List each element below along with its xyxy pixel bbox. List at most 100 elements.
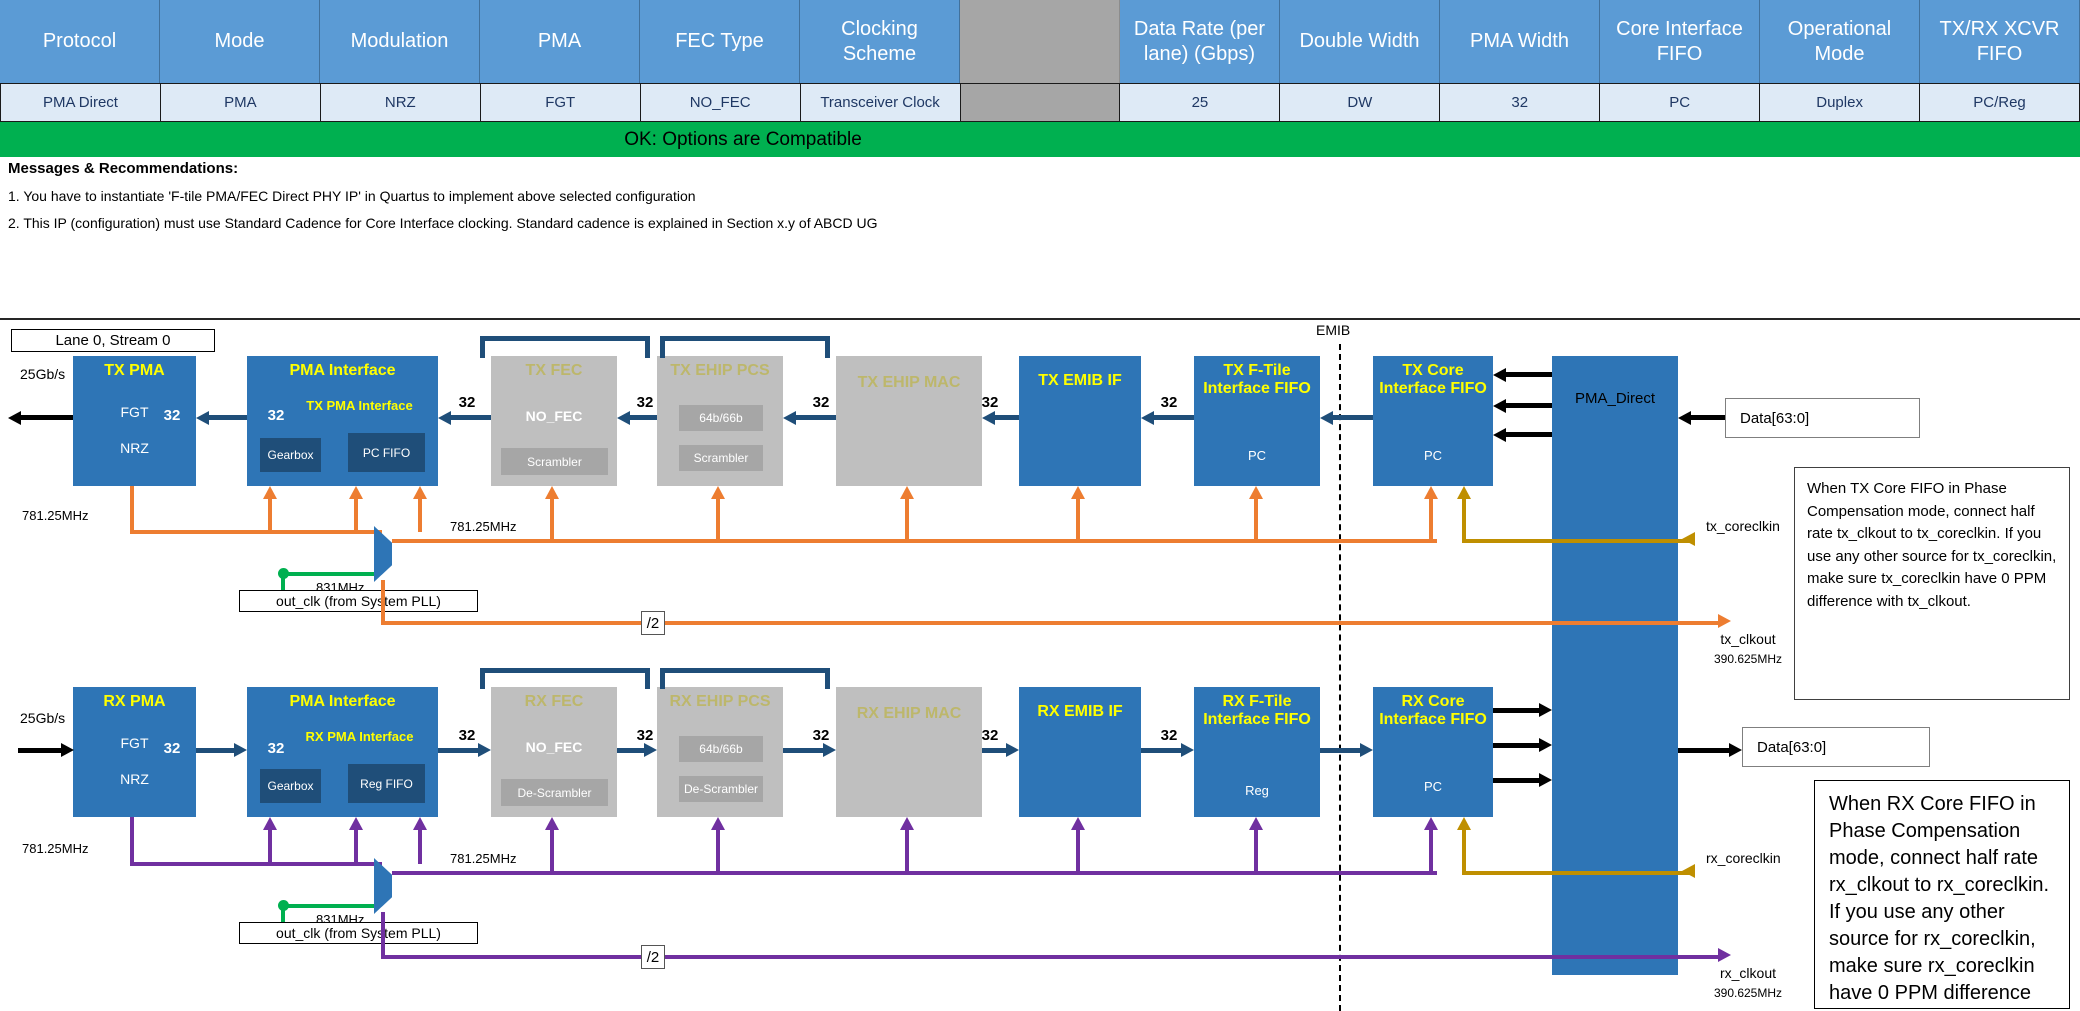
tx-clock-arrow: [349, 486, 363, 499]
rx-bus-arrow: [1006, 743, 1019, 757]
tx-clock-line: [268, 499, 272, 532]
message-item-2: 2. This IP (configuration) must use Stan…: [8, 215, 878, 231]
tx-ehip-pcs-block: TX EHIP PCS 64b/66b Scrambler: [657, 356, 783, 486]
tx-data-in-arrow: [1678, 411, 1691, 425]
rx-core-fifo-block: RX Core Interface FIFO PC: [1373, 687, 1493, 817]
tx-rate-label: 25Gb/s: [20, 366, 65, 382]
value-mode[interactable]: PMA: [161, 83, 321, 122]
rx-emib-if-block: RX EMIB IF: [1019, 687, 1141, 817]
tx-bypass-line: [660, 336, 830, 341]
value-core-interface-fifo[interactable]: PC: [1600, 83, 1760, 122]
rx-bus-line: [783, 748, 823, 753]
tx-emib-if-title: TX EMIB IF: [1019, 356, 1141, 390]
rx-core-fifo-note: When RX Core FIFO in Phase Compensation …: [1814, 780, 2070, 1009]
col-header-pma-width: PMA Width: [1440, 0, 1600, 83]
rx-clkout-arrow: [1718, 948, 1731, 962]
rx-clock-arrow: [711, 817, 725, 830]
value-operational-mode[interactable]: Duplex: [1760, 83, 1920, 122]
value-protocol[interactable]: PMA Direct: [0, 83, 161, 122]
tx-pmad-line: [1506, 403, 1552, 408]
rx-reg-fifo-subblock: Reg FIFO: [348, 764, 425, 803]
bus-width-label: 32: [447, 394, 487, 411]
value-clocking-scheme[interactable]: Transceiver Clock: [801, 83, 961, 122]
tx-pc-fifo-subblock: PC FIFO: [348, 433, 425, 472]
tx-pmad-arrow: [1493, 399, 1506, 413]
rx-clock-line: [354, 830, 358, 864]
bus-width-label: 32: [1149, 394, 1189, 411]
tx-pmad-line: [1506, 432, 1552, 437]
tx-64b66b-subblock: 64b/66b: [679, 405, 763, 431]
col-header-operational-mode: Operational Mode: [1760, 0, 1920, 83]
bus-width-label: 32: [152, 740, 192, 757]
tx-clkout-arrow: [1718, 614, 1731, 628]
rx-bypass-line: [825, 668, 830, 689]
tx-clock-arrow: [263, 486, 277, 499]
rx-pma-nrz: NRZ: [73, 771, 196, 787]
value-double-width[interactable]: DW: [1280, 83, 1440, 122]
tx-coreclkin-line: [1462, 499, 1466, 543]
tx-core-fifo-block: TX Core Interface FIFO PC: [1373, 356, 1493, 486]
rx-emib-if-title: RX EMIB IF: [1019, 687, 1141, 721]
tx-pmad-line: [1506, 372, 1552, 377]
rx-bus-arrow: [234, 743, 247, 757]
rx-ftile-fifo-title: RX F-Tile Interface FIFO: [1194, 687, 1320, 730]
rx-bus-line: [438, 748, 478, 753]
rx-pmad-line: [1493, 743, 1539, 748]
rx-clock-arrow: [900, 817, 914, 830]
rx-clock-line: [716, 830, 720, 873]
col-header-modulation: Modulation: [320, 0, 480, 83]
value-fec-type[interactable]: NO_FEC: [641, 83, 801, 122]
value-pma[interactable]: FGT: [481, 83, 641, 122]
rx-ehip-mac-title: RX EHIP MAC: [836, 687, 982, 723]
rx-clock-line: [130, 817, 134, 864]
value-modulation[interactable]: NRZ: [321, 83, 481, 122]
page: Protocol Mode Modulation PMA FEC Type Cl…: [0, 0, 2080, 1011]
bus-width-label: 32: [256, 740, 296, 757]
rx-clock-line: [1076, 830, 1080, 873]
rx-data-out-line: [1678, 748, 1729, 753]
tx-clock-line: [1254, 499, 1258, 543]
col-header-mode: Mode: [160, 0, 320, 83]
tx-clock-line: [354, 499, 358, 532]
rx-pma-interface-title: PMA Interface: [247, 687, 438, 711]
tx-bus-line: [630, 415, 657, 420]
compatibility-status-text: OK: Options are Compatible: [0, 122, 1486, 157]
col-header-fec-type: FEC Type: [640, 0, 800, 83]
tx-bus-arrow: [617, 411, 630, 425]
tx-bus-arrow: [196, 411, 209, 425]
tx-bypass-line: [660, 336, 665, 358]
rx-pmad-line: [1493, 778, 1539, 783]
rx-coreclkin-line: [1462, 871, 1694, 875]
tx-bus-arrow: [438, 411, 451, 425]
tx-bypass-line: [645, 336, 650, 358]
rx-ehip-pcs-title: RX EHIP PCS: [657, 687, 783, 711]
rx-pmad-line: [1493, 708, 1539, 713]
tx-clock-line: [550, 499, 554, 543]
tx-ftile-fifo-mode: PC: [1194, 448, 1320, 463]
tx-bus-line: [1154, 415, 1194, 420]
rx-descrambler-subblock: De-Scrambler: [501, 779, 608, 806]
rx-bypass-line: [660, 668, 665, 689]
rx-clkout-line: [381, 955, 1718, 959]
rx-data-bus-box: Data[63:0]: [1742, 727, 1930, 767]
tx-core-fifo-note: When TX Core FIFO in Phase Compensation …: [1794, 467, 2070, 700]
col-header-xcvr-fifo: TX/RX XCVR FIFO: [1920, 0, 2080, 83]
value-xcvr-fifo[interactable]: PC/Reg: [1920, 83, 2080, 122]
col-header-double-width: Double Width: [1280, 0, 1440, 83]
tx-data-bus-box: Data[63:0]: [1725, 398, 1920, 438]
tx-coreclkin-label: tx_coreclkin: [1706, 518, 1780, 534]
tx-pcs-scrambler-subblock: Scrambler: [679, 445, 763, 471]
value-pma-width[interactable]: 32: [1440, 83, 1600, 122]
tx-bus-line: [796, 415, 836, 420]
rx-bus-arrow: [644, 743, 657, 757]
bus-width-label: 32: [1149, 727, 1189, 744]
value-data-rate[interactable]: 25: [1120, 83, 1280, 122]
col-header-protocol: Protocol: [0, 0, 160, 83]
rx-ehip-pcs-block: RX EHIP PCS 64b/66b De-Scrambler: [657, 687, 783, 817]
message-item-1: 1. You have to instantiate 'F-tile PMA/F…: [8, 188, 696, 204]
rx-bypass-line: [480, 668, 650, 673]
rx-clkout-freq: 390.625MHz: [1700, 986, 1796, 1000]
rx-pll-clock-line: [285, 904, 374, 908]
rx-clock-line: [1429, 830, 1433, 873]
tx-bypass-line: [480, 336, 485, 358]
